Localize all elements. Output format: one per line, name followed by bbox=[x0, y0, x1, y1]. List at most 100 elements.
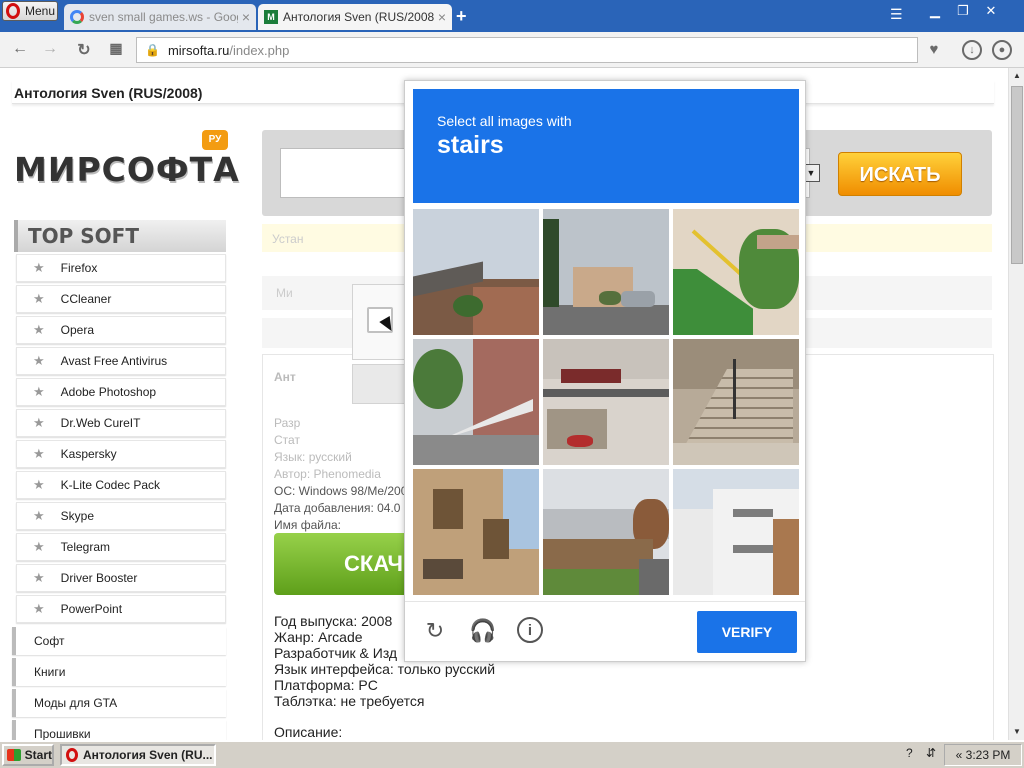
description-title: Описание: bbox=[274, 724, 343, 740]
vertical-scrollbar[interactable]: ▲ ▼ bbox=[1008, 68, 1024, 740]
url-field[interactable]: 🔒 mirsofta.ru /index.php bbox=[136, 37, 918, 63]
audio-headphones-icon[interactable]: 🎧 bbox=[469, 617, 497, 645]
star-icon: ★ bbox=[33, 415, 45, 430]
menu-label: Menu bbox=[25, 4, 56, 18]
scroll-up-icon[interactable]: ▲ bbox=[1009, 68, 1024, 84]
top-soft-item[interactable]: ★ CCleaner bbox=[16, 285, 226, 313]
top-soft-heading: TOP SOFT bbox=[14, 220, 226, 252]
task-label: Антология Sven (RU... bbox=[83, 748, 213, 762]
recaptcha-anchor-footer bbox=[352, 364, 408, 404]
top-soft-item[interactable]: ★ Avast Free Antivirus bbox=[16, 347, 226, 375]
info-icon[interactable]: i bbox=[517, 617, 543, 643]
top-soft-item[interactable]: ★ K-Lite Codec Pack bbox=[16, 471, 226, 499]
top-soft-label: PowerPoint bbox=[60, 602, 123, 616]
recaptcha-tile[interactable] bbox=[543, 209, 669, 335]
recaptcha-tile[interactable] bbox=[673, 469, 799, 595]
top-soft-item[interactable]: ★ Dr.Web CureIT bbox=[16, 409, 226, 437]
maximize-icon[interactable]: ❐ bbox=[950, 2, 976, 20]
faded-line: Разр bbox=[274, 416, 301, 430]
tab-title: sven small games.ws - Goog bbox=[89, 10, 238, 24]
star-icon: ★ bbox=[33, 601, 45, 616]
recaptcha-footer-divider bbox=[405, 601, 805, 602]
logo-badge: РУ bbox=[202, 130, 228, 150]
mirsofta-favicon-icon: M bbox=[264, 10, 278, 24]
category-item[interactable]: Прошивки bbox=[12, 720, 226, 740]
taskbar-opera-window[interactable]: Антология Sven (RU... bbox=[60, 744, 216, 766]
opera-logo-icon bbox=[6, 3, 20, 19]
start-label: Start bbox=[24, 748, 52, 762]
scroll-down-icon[interactable]: ▼ bbox=[1009, 724, 1024, 740]
browser-tab-bar: Menu sven small games.ws - Goog × M Анто… bbox=[0, 0, 1024, 32]
system-clock: « 3:23 PM bbox=[944, 744, 1022, 766]
top-soft-label: Kaspersky bbox=[60, 447, 117, 461]
recaptcha-challenge: Select all images with stairs ↻ 🎧 i VERI… bbox=[404, 80, 806, 662]
heart-bookmark-icon[interactable]: ♥ bbox=[924, 40, 944, 60]
recaptcha-tile[interactable] bbox=[413, 469, 539, 595]
meta-os: ОС: Windows 98/Me/200 bbox=[274, 484, 408, 498]
site-logo[interactable]: МИРСОФТА bbox=[14, 150, 240, 189]
new-tab-plus-icon[interactable]: + bbox=[456, 6, 467, 27]
start-button[interactable]: Start bbox=[2, 744, 54, 766]
tab-title: Антология Sven (RUS/2008) bbox=[283, 10, 434, 24]
page-title: Антология Sven (RUS/2008) bbox=[14, 85, 203, 101]
top-soft-item[interactable]: ★ Opera bbox=[16, 316, 226, 344]
recaptcha-tile[interactable] bbox=[673, 339, 799, 465]
recaptcha-instruction: Select all images with bbox=[437, 113, 572, 129]
verify-button[interactable]: VERIFY bbox=[697, 611, 797, 653]
tab-menu-icon[interactable]: ☰ bbox=[890, 6, 903, 23]
top-soft-label: Dr.Web CureIT bbox=[60, 416, 141, 430]
recaptcha-tile[interactable] bbox=[413, 339, 539, 465]
recaptcha-tile[interactable] bbox=[543, 469, 669, 595]
category-item[interactable]: Софт bbox=[12, 627, 226, 655]
help-icon[interactable]: ? bbox=[906, 746, 913, 760]
close-tab-icon[interactable]: × bbox=[438, 9, 446, 25]
top-soft-item[interactable]: ★ Driver Booster bbox=[16, 564, 226, 592]
forward-arrow-icon[interactable]: → bbox=[40, 40, 60, 58]
minimize-icon[interactable]: ▁ bbox=[922, 2, 948, 20]
network-icon[interactable]: ⇵ bbox=[926, 746, 936, 760]
top-soft-item[interactable]: ★ PowerPoint bbox=[16, 595, 226, 623]
recaptcha-tile[interactable] bbox=[543, 339, 669, 465]
star-icon: ★ bbox=[33, 384, 45, 399]
recaptcha-header: Select all images with stairs bbox=[413, 89, 799, 203]
scroll-thumb[interactable] bbox=[1011, 86, 1023, 264]
tray-expand-icon[interactable]: « bbox=[956, 748, 963, 762]
recaptcha-tile[interactable] bbox=[673, 209, 799, 335]
top-soft-label: Opera bbox=[60, 323, 95, 337]
google-favicon-icon bbox=[70, 10, 84, 24]
info-tablet: Таблэтка: не требуется bbox=[274, 693, 425, 709]
download-icon[interactable]: ↓ bbox=[962, 40, 982, 60]
top-soft-label: Avast Free Antivirus bbox=[60, 354, 168, 368]
close-window-icon[interactable]: ✕ bbox=[978, 2, 1004, 20]
star-icon: ★ bbox=[33, 539, 45, 554]
star-icon: ★ bbox=[33, 570, 45, 585]
top-soft-item[interactable]: ★ Firefox bbox=[16, 254, 226, 282]
star-icon: ★ bbox=[33, 477, 45, 492]
reload-icon[interactable]: ↻ bbox=[421, 617, 449, 645]
account-icon[interactable]: ● bbox=[992, 40, 1012, 60]
download-button[interactable]: СКАЧ bbox=[274, 533, 408, 595]
top-soft-item[interactable]: ★ Adobe Photoshop bbox=[16, 378, 226, 406]
tab-google-search[interactable]: sven small games.ws - Goog × bbox=[64, 4, 256, 30]
clock-time: 3:23 PM bbox=[965, 748, 1011, 762]
close-tab-icon[interactable]: × bbox=[242, 9, 250, 25]
speed-dial-grid-icon[interactable]: ▦ bbox=[106, 40, 126, 57]
tab-antologiya-sven[interactable]: M Антология Sven (RUS/2008) × bbox=[258, 4, 452, 30]
recaptcha-tile[interactable] bbox=[413, 209, 539, 335]
star-icon: ★ bbox=[33, 260, 45, 275]
meta-added: Дата добавления: 04.0 bbox=[274, 501, 401, 515]
top-soft-item[interactable]: ★ Skype bbox=[16, 502, 226, 530]
category-item[interactable]: Книги bbox=[12, 658, 226, 686]
category-item[interactable]: Моды для GTA bbox=[12, 689, 226, 717]
info-platform: Платформа: PC bbox=[274, 677, 378, 693]
url-path: /index.php bbox=[229, 42, 290, 58]
top-soft-label: CCleaner bbox=[60, 292, 112, 306]
reload-icon[interactable]: ↻ bbox=[74, 40, 94, 60]
back-arrow-icon[interactable]: ← bbox=[10, 40, 30, 58]
address-toolbar: ← → ↻ ▦ 🔒 mirsofta.ru /index.php ♥ ↓ ● bbox=[0, 32, 1024, 68]
opera-menu-button[interactable]: Menu bbox=[2, 1, 58, 21]
top-soft-item[interactable]: ★ Kaspersky bbox=[16, 440, 226, 468]
top-soft-item[interactable]: ★ Telegram bbox=[16, 533, 226, 561]
search-button[interactable]: ИСКАТЬ bbox=[838, 152, 962, 196]
star-icon: ★ bbox=[33, 353, 45, 368]
